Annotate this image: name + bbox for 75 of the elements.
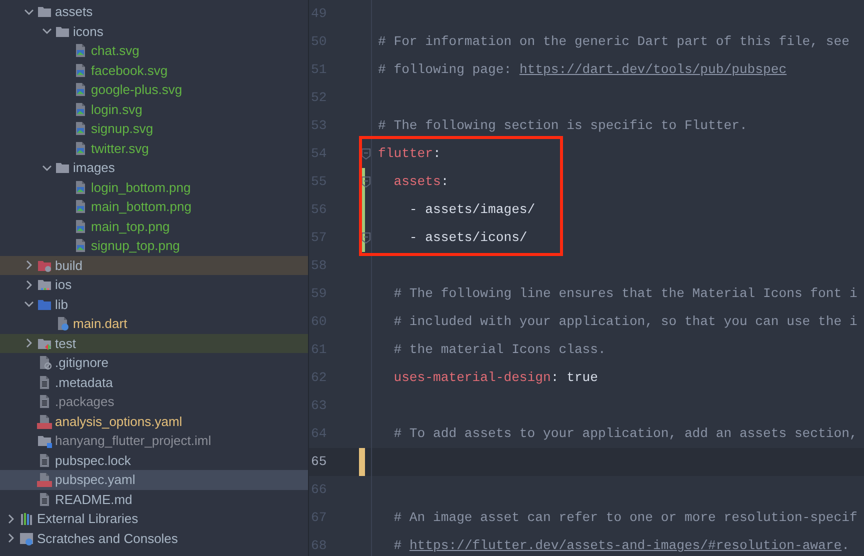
- code-text: :: [433, 146, 441, 162]
- code-text: - assets/images/: [408, 202, 536, 218]
- file-name[interactable]: main_bottom.png: [91, 197, 192, 216]
- code-comment: # To add assets to your application, add an assets section,: [392, 426, 858, 442]
- line-number: 65: [310, 453, 328, 472]
- code-comment: .: [842, 538, 850, 554]
- fold-icon[interactable]: [361, 232, 371, 244]
- fold-icon[interactable]: [361, 148, 371, 160]
- file-name[interactable]: .packages: [55, 392, 114, 412]
- code-comment: # For information on the generic Dart part of this file, see: [378, 34, 850, 50]
- folder-icon: [37, 277, 52, 292]
- file-name[interactable]: .gitignore: [55, 353, 108, 372]
- code-comment: # following page:: [378, 62, 513, 78]
- file-name[interactable]: pubspec.lock: [55, 450, 131, 470]
- image-file-icon: [73, 218, 88, 234]
- folder-name[interactable]: lib: [55, 294, 68, 314]
- code-text: :: [440, 174, 449, 190]
- module-file-icon: [37, 433, 52, 448]
- yaml-key: flutter: [378, 146, 434, 162]
- file-name[interactable]: facebook.svg: [91, 60, 168, 80]
- image-file-icon: [73, 238, 88, 254]
- file-name[interactable]: chat.svg: [91, 41, 140, 60]
- file-name[interactable]: login_bottom.png: [91, 178, 191, 197]
- tree-node[interactable]: External Libraries: [37, 509, 138, 528]
- file-name[interactable]: signup.svg: [91, 119, 154, 138]
- file-name[interactable]: main_top.png: [91, 216, 170, 236]
- folder-icon: [37, 4, 52, 20]
- file-name[interactable]: twitter.svg: [91, 138, 149, 158]
- file-name[interactable]: login.svg: [91, 100, 142, 119]
- image-file-icon: [73, 43, 88, 58]
- image-file-icon: [73, 62, 88, 78]
- image-file-icon: [73, 180, 88, 195]
- file-name[interactable]: analysis_options.yaml: [55, 412, 182, 431]
- text-file-icon: [37, 394, 52, 410]
- yaml-file-icon: [37, 414, 52, 429]
- libraries-icon: [19, 511, 34, 526]
- file-name[interactable]: README.md: [55, 490, 132, 509]
- folder-name[interactable]: build: [55, 256, 82, 275]
- folder-icon: [55, 160, 70, 176]
- file-name[interactable]: .metadata: [55, 372, 113, 392]
- code-text: : true: [550, 370, 598, 386]
- image-file-icon: [73, 121, 88, 136]
- code-comment: # The following section is specific to Flutter.: [378, 118, 748, 134]
- code-comment: # The following line ensures that the Material Icons font i: [392, 286, 858, 302]
- image-file-icon: [73, 82, 88, 98]
- code-link[interactable]: https://flutter.dev/assets-and-images/#resolution-aware: [409, 538, 842, 554]
- text-file-icon: [37, 374, 52, 390]
- code-comment: # the material Icons class.: [392, 342, 606, 358]
- code-link[interactable]: https://dart.dev/tools/pub/pubspec: [519, 62, 787, 78]
- yaml-file-icon: [37, 472, 52, 488]
- tree-node[interactable]: Scratches and Consoles: [37, 528, 178, 548]
- code-comment: # An image asset can refer to one or more resolution-specif: [392, 510, 858, 526]
- code-text: - assets/icons/: [408, 230, 528, 246]
- code-comment: #: [392, 538, 403, 554]
- ignored-file-icon: [37, 355, 52, 370]
- scratches-icon: [19, 530, 34, 546]
- folder-name[interactable]: ios: [55, 275, 72, 294]
- folder-name[interactable]: images: [73, 158, 115, 178]
- image-file-icon: [73, 199, 88, 214]
- yaml-key: uses-material-design: [378, 370, 551, 386]
- file-name[interactable]: google-plus.svg: [91, 80, 182, 100]
- folder-name[interactable]: test: [55, 334, 76, 353]
- file-name[interactable]: signup_top.png: [91, 236, 180, 256]
- folder-name[interactable]: assets: [55, 2, 93, 22]
- image-file-icon: [73, 102, 88, 117]
- yaml-key: assets: [378, 174, 441, 190]
- image-file-icon: [73, 140, 88, 156]
- file-name[interactable]: main.dart: [73, 314, 128, 334]
- file-name[interactable]: hanyang_flutter_project.iml: [55, 431, 212, 450]
- text-file-icon: [37, 452, 52, 468]
- code-comment: # included with your application, so that you can use the i: [392, 314, 858, 330]
- dart-file-icon: [55, 316, 70, 332]
- text-file-icon: [37, 492, 52, 507]
- fold-icon[interactable]: [361, 176, 371, 188]
- folder-name[interactable]: icons: [73, 22, 104, 41]
